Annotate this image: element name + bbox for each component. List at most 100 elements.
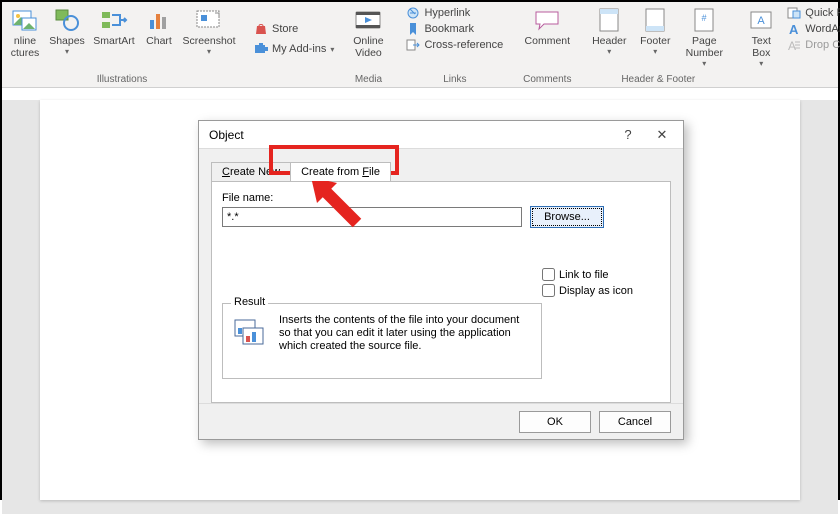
label: Link to file — [559, 269, 609, 281]
crossref-icon — [406, 38, 420, 52]
browse-button[interactable]: Browse... — [530, 206, 604, 228]
header-button[interactable]: Header ▾ — [587, 4, 631, 58]
svg-text:A: A — [758, 15, 766, 27]
tab-create-new[interactable]: Create New — [211, 162, 291, 181]
online-pictures-button[interactable]: nline ctures — [6, 4, 44, 61]
label: Shapes — [49, 35, 85, 47]
dialog-footer: OK Cancel — [199, 403, 683, 439]
close-icon: ✕ — [657, 127, 668, 143]
group-label: Links — [443, 74, 466, 87]
result-legend: Result — [231, 296, 268, 308]
svg-text:#: # — [702, 13, 707, 23]
chevron-down-icon: ▾ — [759, 59, 763, 68]
group-illustrations: nline ctures Shapes ▾ SmartArt Chart — [2, 4, 242, 87]
link-to-file-checkbox[interactable]: Link to file — [542, 268, 660, 281]
group-links: Hyperlink Bookmark Cross-reference Links — [398, 4, 511, 87]
ribbon: nline ctures Shapes ▾ SmartArt Chart — [2, 2, 838, 88]
store-button[interactable]: Store — [254, 22, 298, 36]
group-label: Media — [355, 74, 382, 87]
label: Drop Cap — [805, 39, 840, 51]
quick-parts-button[interactable]: Quick Parts ▾ — [787, 6, 840, 20]
chevron-down-icon: ▾ — [653, 47, 657, 56]
result-icon — [231, 314, 271, 354]
comment-icon — [533, 6, 561, 34]
close-button[interactable]: ✕ — [647, 125, 677, 145]
label: Display as icon — [559, 285, 633, 297]
tab-panel: File name: Browse... Link to file Displa… — [211, 181, 671, 403]
svg-text:A: A — [789, 22, 799, 36]
label: Online Video — [353, 35, 383, 59]
label: Screenshot — [182, 35, 235, 47]
label: nline ctures — [11, 35, 40, 59]
label: Cross-reference — [424, 39, 503, 51]
cross-reference-button[interactable]: Cross-reference — [406, 38, 503, 52]
group-text: A Text Box ▾ Quick Parts ▾ A WordArt ▾ A… — [737, 4, 840, 87]
header-icon — [595, 6, 623, 34]
group-label: Header & Footer — [621, 74, 695, 87]
group-addins: Store My Add-ins ▾ — [246, 4, 338, 87]
hyperlink-button[interactable]: Hyperlink — [406, 6, 503, 20]
shapes-icon — [53, 6, 81, 34]
file-name-input[interactable] — [222, 207, 522, 227]
label: Hyperlink — [424, 7, 470, 19]
text-box-icon: A — [747, 6, 775, 34]
bookmark-button[interactable]: Bookmark — [406, 22, 503, 36]
file-name-label: File name: — [222, 192, 660, 204]
label: Page Number — [686, 35, 723, 59]
group-header-footer: Header ▾ Footer ▾ # Page Number ▾ Header… — [583, 4, 733, 87]
dialog-title: Object — [209, 128, 244, 142]
help-icon: ? — [624, 127, 631, 142]
group-label: Illustrations — [97, 74, 148, 87]
screenshot-icon — [195, 6, 223, 34]
footer-button[interactable]: Footer ▾ — [633, 4, 677, 58]
dialog-titlebar[interactable]: Object ? ✕ — [199, 121, 683, 149]
result-text: Inserts the contents of the file into yo… — [279, 314, 533, 353]
help-button[interactable]: ? — [613, 125, 643, 145]
label: Bookmark — [424, 23, 474, 35]
label: Chart — [146, 35, 172, 47]
page-number-icon: # — [690, 6, 718, 34]
quick-parts-icon — [787, 6, 801, 20]
group-label: Comments — [523, 74, 571, 87]
group-label — [291, 74, 294, 87]
screenshot-button[interactable]: Screenshot ▾ — [180, 4, 238, 58]
label: Header — [592, 35, 626, 47]
smartart-icon — [100, 6, 128, 34]
chevron-down-icon: ▾ — [207, 47, 211, 56]
label: Store — [272, 23, 298, 35]
wordart-icon: A — [787, 22, 801, 36]
video-icon — [354, 6, 382, 34]
my-addins-button[interactable]: My Add-ins ▾ — [254, 42, 334, 56]
label: SmartArt — [93, 35, 134, 47]
label: Footer — [640, 35, 670, 47]
label: Text Box — [752, 35, 771, 59]
page-number-button[interactable]: # Page Number ▾ — [679, 4, 729, 70]
wordart-button[interactable]: A WordArt ▾ — [787, 22, 840, 36]
shapes-button[interactable]: Shapes ▾ — [46, 4, 88, 58]
bookmark-icon — [406, 22, 420, 36]
hyperlink-icon — [406, 6, 420, 20]
smartart-button[interactable]: SmartArt — [90, 4, 138, 49]
group-comments: Comment Comments — [515, 4, 579, 87]
tab-create-from-file[interactable]: Create from File — [290, 162, 391, 181]
chart-icon — [145, 6, 173, 34]
online-video-button[interactable]: Online Video — [346, 4, 390, 61]
label: My Add-ins — [272, 43, 326, 55]
comment-button[interactable]: Comment — [519, 4, 575, 49]
chart-button[interactable]: Chart — [140, 4, 178, 49]
tab-label: Create from File — [301, 166, 380, 178]
drop-cap-icon: A — [787, 38, 801, 52]
footer-icon — [641, 6, 669, 34]
chevron-down-icon: ▾ — [65, 47, 69, 56]
ok-button[interactable]: OK — [519, 411, 591, 433]
store-icon — [254, 22, 268, 36]
cancel-button[interactable]: Cancel — [599, 411, 671, 433]
object-dialog: Object ? ✕ Create New Create from File F… — [198, 120, 684, 440]
svg-text:A: A — [788, 39, 796, 52]
drop-cap-button[interactable]: A Drop Cap ▾ — [787, 38, 840, 52]
chevron-down-icon: ▾ — [702, 59, 706, 68]
text-box-button[interactable]: A Text Box ▾ — [741, 4, 781, 70]
display-as-icon-checkbox[interactable]: Display as icon — [542, 284, 660, 297]
addins-icon — [254, 42, 268, 56]
group-media: Online Video Media — [342, 4, 394, 87]
